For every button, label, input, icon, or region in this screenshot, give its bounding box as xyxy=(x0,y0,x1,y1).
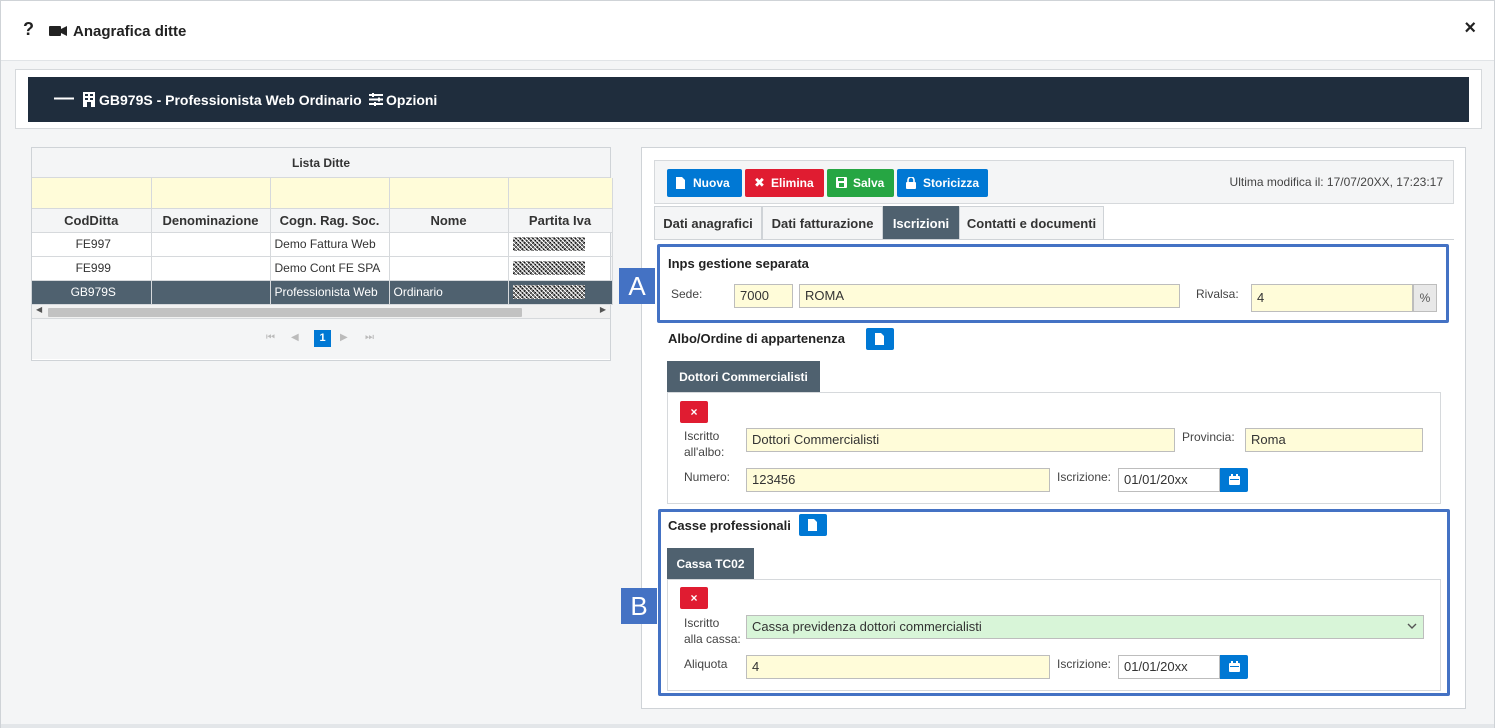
grid-title: Lista Ditte xyxy=(32,148,610,178)
cell-codditta: FE999 xyxy=(32,256,152,281)
filter-cell-denominazione[interactable] xyxy=(151,178,271,209)
marker-a: A xyxy=(619,268,655,304)
close-icon[interactable]: × xyxy=(1464,17,1476,40)
provincia-input[interactable]: Roma xyxy=(1245,428,1423,452)
header-row: CodDitta Denominazione Cogn. Rag. Soc. N… xyxy=(32,208,613,233)
last-modified-text: Ultima modifica il: 17/07/20XX, 17:23:17 xyxy=(1229,175,1443,189)
cell-nome: Ordinario xyxy=(389,280,509,305)
tab-contatti-documenti[interactable]: Contatti e documenti xyxy=(959,206,1104,240)
new-button[interactable]: Nuova xyxy=(667,169,742,197)
times-icon: ✖ xyxy=(754,175,765,190)
redacted-vat xyxy=(512,261,585,276)
company-title: GB979S - Professionista Web Ordinario xyxy=(99,92,362,108)
tab-dati-anagrafici[interactable]: Dati anagrafici xyxy=(654,206,762,240)
horizontal-scrollbar[interactable]: ◀ ▶ xyxy=(32,304,610,319)
next-page-icon[interactable]: ▶ xyxy=(340,332,348,343)
tab-iscrizioni[interactable]: Iscrizioni xyxy=(883,206,959,240)
company-list-grid: Lista Ditte CodDitta Denominazione Cogn.… xyxy=(31,147,613,361)
redacted-vat xyxy=(512,237,585,252)
help-icon[interactable]: ? xyxy=(23,19,34,40)
cell-nome xyxy=(389,256,509,281)
prev-page-icon[interactable]: ◀ xyxy=(291,332,299,343)
title-bar: ? Anagrafica ditte × xyxy=(1,1,1494,61)
col-header-denominazione[interactable]: Denominazione xyxy=(151,208,271,233)
albo-add-button[interactable] xyxy=(866,328,894,350)
sliders-icon[interactable] xyxy=(369,93,383,106)
video-camera-icon[interactable] xyxy=(49,25,67,37)
save-button-label: Salva xyxy=(853,176,885,190)
albo-iscrizione-label: Iscrizione: xyxy=(1057,470,1112,484)
cell-piva xyxy=(508,256,613,281)
company-table: CodDitta Denominazione Cogn. Rag. Soc. N… xyxy=(32,178,613,305)
albo-delete-button[interactable]: × xyxy=(680,401,708,423)
table-row[interactable]: FE997 Demo Fattura Web xyxy=(32,232,613,257)
historicize-button-label: Storicizza xyxy=(923,176,980,190)
numero-input[interactable]: 123456 xyxy=(746,468,1050,492)
delete-button[interactable]: ✖ Elimina xyxy=(745,169,824,197)
albo-section-title: Albo/Ordine di appartenenza xyxy=(668,331,845,346)
scrollbar-thumb[interactable] xyxy=(48,307,522,317)
modal-window: ? Anagrafica ditte × — GB979S - Professi… xyxy=(0,0,1495,728)
scroll-left-icon[interactable]: ◀ xyxy=(36,305,42,314)
tab-divider xyxy=(654,239,1454,240)
filter-cell-nome[interactable] xyxy=(389,178,509,209)
filter-row xyxy=(32,178,613,209)
pager: ⏮ ◀ 1 ▶ ⏭ xyxy=(32,318,610,359)
albo-subtab-dottori[interactable]: Dottori Commercialisti xyxy=(667,361,820,393)
col-header-cognome[interactable]: Cogn. Rag. Soc. xyxy=(270,208,390,233)
last-page-icon[interactable]: ⏭ xyxy=(365,332,374,343)
company-header-panel: — GB979S - Professionista Web Ordinario … xyxy=(15,69,1482,129)
file-icon xyxy=(676,177,685,189)
cell-codditta: GB979S xyxy=(32,280,152,305)
cell-denominazione xyxy=(151,232,271,257)
albo-calendar-button[interactable] xyxy=(1220,468,1248,492)
filter-cell-piva[interactable] xyxy=(508,178,613,209)
cell-cognome: Demo Cont FE SPA xyxy=(270,256,390,281)
table-row[interactable]: FE999 Demo Cont FE SPA xyxy=(32,256,613,281)
cell-piva xyxy=(508,232,613,257)
provincia-label: Provincia: xyxy=(1182,430,1235,444)
floppy-icon xyxy=(836,177,847,188)
col-header-piva[interactable]: Partita Iva xyxy=(508,208,613,233)
tab-dati-fatturazione[interactable]: Dati fatturazione xyxy=(762,206,883,240)
filter-cell-cognome[interactable] xyxy=(270,178,390,209)
marker-b: B xyxy=(621,588,657,624)
window-title: Anagrafica ditte xyxy=(73,23,187,40)
company-header-bar: — GB979S - Professionista Web Ordinario … xyxy=(28,77,1469,122)
new-button-label: Nuova xyxy=(693,176,730,190)
save-button[interactable]: Salva xyxy=(827,169,894,197)
options-button[interactable]: Opzioni xyxy=(386,92,437,108)
first-page-icon[interactable]: ⏮ xyxy=(266,332,275,343)
cell-denominazione xyxy=(151,256,271,281)
scroll-right-icon[interactable]: ▶ xyxy=(600,305,606,314)
action-toolbar: Nuova ✖ Elimina Salva Storicizza Ultima … xyxy=(654,160,1454,204)
redacted-vat xyxy=(512,285,585,300)
col-header-codditta[interactable]: CodDitta xyxy=(32,208,152,233)
cell-cognome: Demo Fattura Web xyxy=(270,232,390,257)
cell-denominazione xyxy=(151,280,271,305)
highlight-box-a xyxy=(657,244,1449,323)
albo-iscrizione-date-input[interactable]: 01/01/20xx xyxy=(1118,468,1220,492)
collapse-icon[interactable]: — xyxy=(54,87,74,110)
table-row-selected[interactable]: GB979S Professionista Web Ordinario xyxy=(32,280,613,305)
cell-codditta: FE997 xyxy=(32,232,152,257)
bottom-strip xyxy=(1,724,1494,728)
filter-cell-codditta[interactable] xyxy=(32,178,152,209)
historicize-button[interactable]: Storicizza xyxy=(897,169,988,197)
current-page-button[interactable]: 1 xyxy=(314,329,331,347)
numero-label: Numero: xyxy=(684,470,731,484)
albo-iscritto-label-2: all'albo: xyxy=(684,445,725,459)
albo-iscritto-label-1: Iscritto xyxy=(684,429,720,443)
delete-button-label: Elimina xyxy=(771,176,814,190)
cell-piva xyxy=(508,280,613,305)
file-icon xyxy=(875,333,884,345)
building-icon xyxy=(83,92,95,107)
col-header-nome[interactable]: Nome xyxy=(389,208,509,233)
albo-iscritto-input[interactable]: Dottori Commercialisti xyxy=(746,428,1175,452)
calendar-icon xyxy=(1229,474,1240,485)
cell-cognome: Professionista Web xyxy=(270,280,390,305)
cell-nome xyxy=(389,232,509,257)
highlight-box-b xyxy=(658,509,1450,696)
lock-icon xyxy=(906,177,916,189)
